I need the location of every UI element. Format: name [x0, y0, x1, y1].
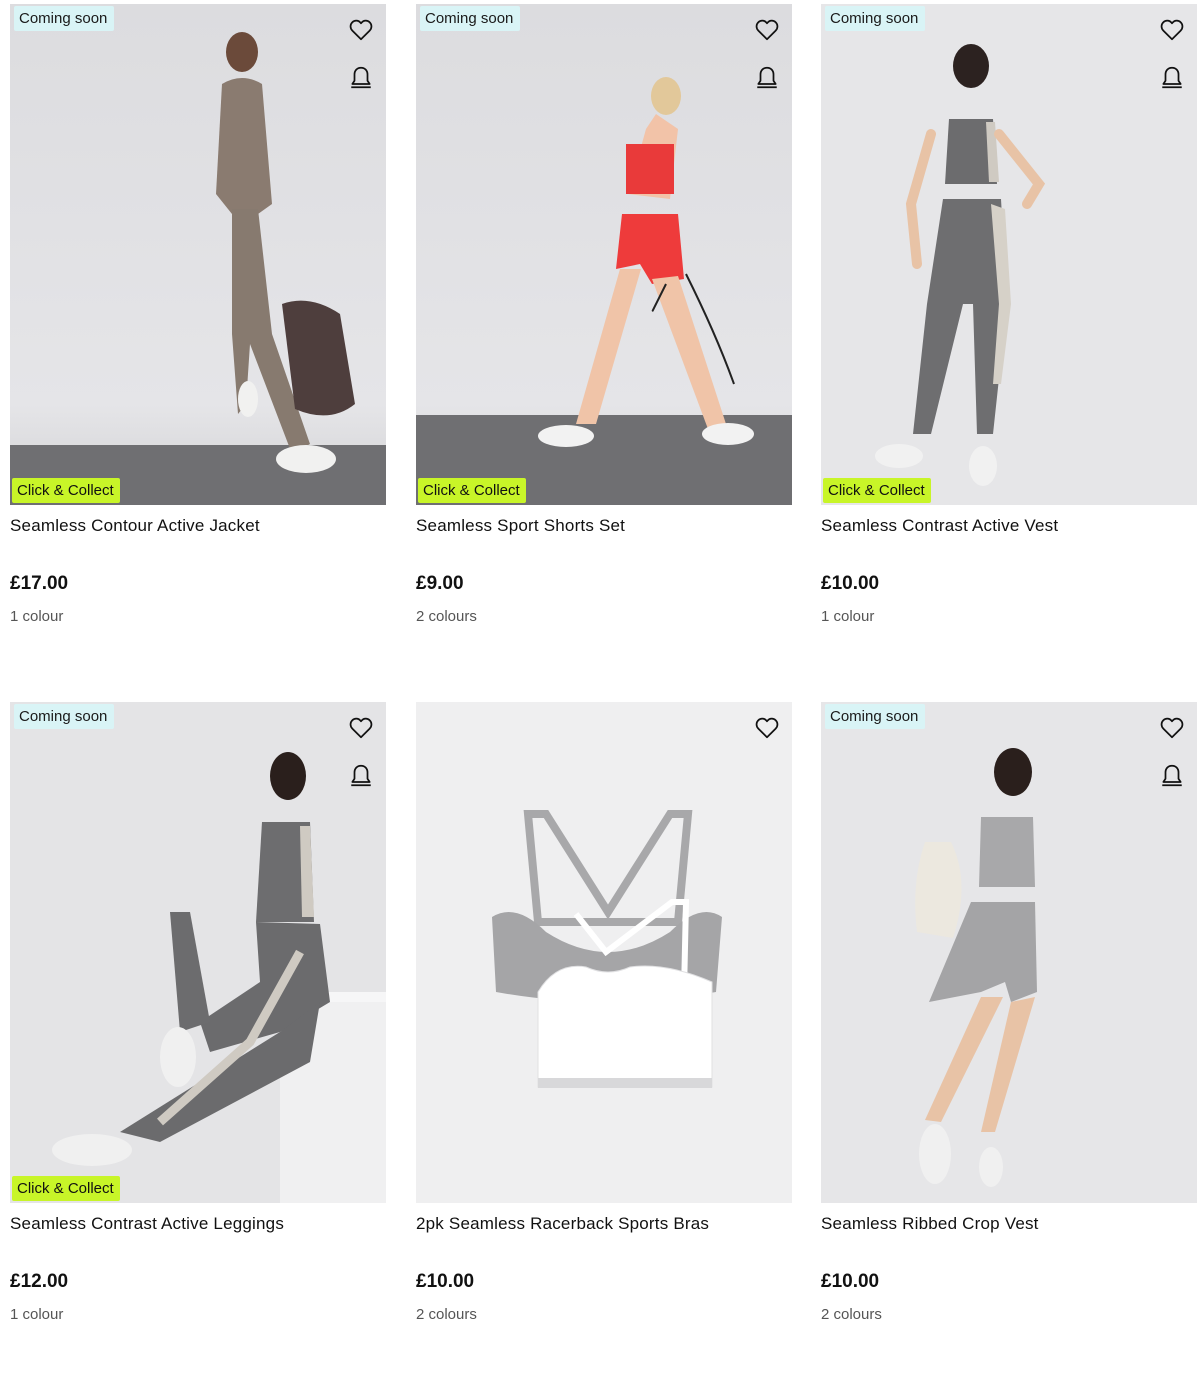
product-image[interactable]: Coming soon — [821, 702, 1197, 1203]
product-photo-figure — [216, 32, 355, 473]
coming-soon-badge: Coming soon — [14, 6, 115, 31]
product-colours: 1 colour — [10, 1306, 64, 1323]
click-collect-badge: Click & Collect — [12, 478, 120, 503]
product-colours: 1 colour — [821, 608, 875, 625]
product-image[interactable] — [416, 702, 792, 1203]
coming-soon-badge: Coming soon — [14, 704, 115, 729]
product-price: £17.00 — [10, 573, 69, 594]
product-card[interactable]: Coming soon Click & Collect Seamless Con… — [10, 702, 386, 1323]
product-image[interactable]: Coming soon Click & Collect — [821, 4, 1197, 505]
click-collect-badge: Click & Collect — [823, 478, 931, 503]
coming-soon-badge: Coming soon — [825, 6, 926, 31]
product-title[interactable]: Seamless Ribbed Crop Vest — [821, 1214, 1197, 1236]
product-image[interactable]: Coming soon Click & Collect — [416, 4, 792, 505]
heart-icon[interactable] — [348, 715, 374, 741]
product-colours: 2 colours — [821, 1306, 882, 1323]
product-title[interactable]: Seamless Contrast Active Leggings — [10, 1214, 386, 1236]
product-price: £10.00 — [416, 1271, 475, 1292]
product-photo-figure — [915, 748, 1037, 1187]
product-title[interactable]: Seamless Contrast Active Vest — [821, 516, 1197, 538]
product-colours: 2 colours — [416, 1306, 477, 1323]
heart-icon[interactable] — [1159, 17, 1185, 43]
product-photo-figure — [875, 44, 1046, 486]
product-image[interactable]: Coming soon Click & Collect — [10, 4, 386, 505]
heart-icon[interactable] — [754, 715, 780, 741]
product-photo-figure — [52, 752, 386, 1203]
heart-icon[interactable] — [348, 17, 374, 43]
product-photo-figure — [538, 77, 754, 447]
click-collect-badge: Click & Collect — [418, 478, 526, 503]
coming-soon-badge: Coming soon — [825, 704, 926, 729]
product-card[interactable]: 2pk Seamless Racerback Sports Bras £10.0… — [416, 702, 792, 1323]
product-price: £10.00 — [821, 1271, 880, 1292]
bell-icon[interactable] — [1159, 763, 1185, 789]
product-card[interactable]: Coming soon Click & Collect Seamless Con… — [821, 4, 1197, 625]
coming-soon-badge: Coming soon — [420, 6, 521, 31]
product-colours: 1 colour — [10, 608, 64, 625]
product-price: £9.00 — [416, 573, 464, 594]
product-price: £12.00 — [10, 1271, 69, 1292]
heart-icon[interactable] — [754, 17, 780, 43]
heart-icon[interactable] — [1159, 715, 1185, 741]
product-price: £10.00 — [821, 573, 880, 594]
product-title[interactable]: Seamless Contour Active Jacket — [10, 516, 386, 538]
product-photo-figure — [492, 810, 722, 1088]
bell-icon[interactable] — [348, 763, 374, 789]
product-image[interactable]: Coming soon Click & Collect — [10, 702, 386, 1203]
bell-icon[interactable] — [754, 65, 780, 91]
product-card[interactable]: Coming soon Seamless Ribbed Crop Vest £1… — [821, 702, 1197, 1323]
product-colours: 2 colours — [416, 608, 477, 625]
product-title[interactable]: Seamless Sport Shorts Set — [416, 516, 792, 538]
product-card[interactable]: Coming soon Click & Collect Seamless Con… — [10, 4, 386, 625]
bell-icon[interactable] — [1159, 65, 1185, 91]
bell-icon[interactable] — [348, 65, 374, 91]
product-card[interactable]: Coming soon Click & Collect Seamless Spo… — [416, 4, 792, 625]
product-title[interactable]: 2pk Seamless Racerback Sports Bras — [416, 1214, 792, 1236]
click-collect-badge: Click & Collect — [12, 1176, 120, 1201]
